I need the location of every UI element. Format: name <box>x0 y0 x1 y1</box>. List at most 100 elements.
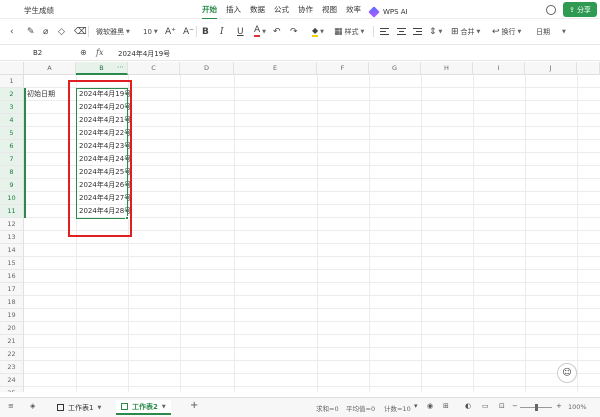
zoom-in-icon[interactable]: + <box>556 402 562 410</box>
font-color-button[interactable]: A ▼ <box>254 25 266 38</box>
tab-insert[interactable]: 插入 <box>226 4 241 20</box>
font-name-select[interactable]: 微软雅黑 ▼ <box>96 25 130 38</box>
row-header-24[interactable]: 24 <box>0 374 24 387</box>
more-icon[interactable]: ⋯ <box>117 63 124 71</box>
zoom-level[interactable]: 100% <box>568 403 587 411</box>
menu-icon[interactable]: ≡ <box>8 402 14 410</box>
page-layout-icon[interactable]: ▭ <box>482 402 489 410</box>
font-size-select[interactable]: 10 ▼ <box>143 25 158 38</box>
row-header-16[interactable]: 16 <box>0 270 24 283</box>
column-header-c[interactable]: C <box>128 62 180 75</box>
align-left-button[interactable] <box>380 25 389 38</box>
chevron-down-icon[interactable]: ▾ <box>414 402 418 410</box>
more-menu-icon[interactable]: ‹ <box>10 25 14 38</box>
font-size-increase-icon[interactable]: A⁺ <box>165 25 176 38</box>
italic-icon[interactable]: I <box>220 25 224 38</box>
row-header-13[interactable]: 13 <box>0 231 24 244</box>
row-header-2[interactable]: 2 <box>0 88 24 101</box>
align-options-icon[interactable]: ⇕ ▼ <box>429 25 442 38</box>
column-header-d[interactable]: D <box>180 62 234 75</box>
column-header-i[interactable]: I <box>473 62 525 75</box>
font-size-decrease-icon[interactable]: A⁻ <box>183 25 194 38</box>
row-header-9[interactable]: 9 <box>0 179 24 192</box>
redo-icon[interactable]: ↷ <box>290 25 298 38</box>
row-header-1[interactable]: 1 <box>0 75 24 88</box>
sheet-icon <box>121 403 128 410</box>
clear-icon[interactable]: ⌀ <box>43 25 48 38</box>
zoom-search-icon[interactable]: ⊕ <box>80 48 87 57</box>
align-right-button[interactable] <box>413 25 422 38</box>
tab-home[interactable]: 开始 <box>202 4 217 20</box>
spreadsheet-grid[interactable]: A B ⋯ C D E F G H I J 1 2 3 4 5 6 7 8 9 10 11 12 13 1… <box>0 62 600 392</box>
function-icon[interactable]: fx <box>96 48 103 57</box>
row-header-6[interactable]: 6 <box>0 140 24 153</box>
fill-icon[interactable]: ◇ <box>58 25 65 38</box>
sheet-tab-2-label: 工作表2 <box>132 402 158 411</box>
style-button[interactable]: ▦ 样式 ▼ <box>334 25 364 38</box>
row-header-11[interactable]: 11 <box>0 205 24 218</box>
add-sheet-icon[interactable]: + <box>190 400 198 411</box>
status-average[interactable]: 平均值=0 <box>346 403 375 413</box>
zoom-out-icon[interactable]: − <box>512 402 518 410</box>
merge-button[interactable]: ⊞ 合并 ▼ <box>451 25 480 38</box>
undo-icon[interactable]: ↶ <box>273 25 281 38</box>
eraser-icon[interactable]: ⌫ <box>74 25 87 38</box>
cell-a2[interactable]: 初始日期 <box>27 88 55 101</box>
tab-collaborate[interactable]: 协作 <box>298 4 313 20</box>
cloud-sync-icon[interactable] <box>546 5 556 15</box>
column-header-h[interactable]: H <box>421 62 473 75</box>
row-header-12[interactable]: 12 <box>0 218 24 231</box>
layers-icon[interactable]: ◈ <box>30 402 35 410</box>
column-header-g[interactable]: G <box>369 62 421 75</box>
share-button[interactable]: ⇪ 分享 <box>563 2 597 17</box>
column-header-a[interactable]: A <box>24 62 76 75</box>
assistant-icon[interactable]: ☺ <box>557 363 577 383</box>
page-break-icon[interactable]: ⊡ <box>499 402 505 410</box>
wrap-button[interactable]: ↩ 换行 ▼ <box>492 25 521 38</box>
row-header-19[interactable]: 19 <box>0 309 24 322</box>
wps-ai-button[interactable]: WPS AI <box>368 4 408 20</box>
row-header-17[interactable]: 17 <box>0 283 24 296</box>
tab-efficiency[interactable]: 效率 <box>346 4 361 20</box>
row-header-20[interactable]: 20 <box>0 322 24 335</box>
column-header-b[interactable]: B ⋯ <box>76 62 128 75</box>
row-header-23[interactable]: 23 <box>0 361 24 374</box>
row-header-15[interactable]: 15 <box>0 257 24 270</box>
fill-color-button[interactable]: ◆ ▼ <box>312 25 324 38</box>
column-gridline <box>421 75 422 392</box>
name-box[interactable]: B2 <box>33 49 42 57</box>
sheet-tab-2[interactable]: 工作表2 ▼ <box>116 400 171 415</box>
row-header-3[interactable]: 3 <box>0 101 24 114</box>
row-header-10[interactable]: 10 <box>0 192 24 205</box>
formula-input[interactable]: 2024年4月19号 <box>118 49 170 59</box>
align-center-button[interactable] <box>397 25 406 38</box>
select-all-corner[interactable] <box>0 62 24 75</box>
row-header-21[interactable]: 21 <box>0 335 24 348</box>
tab-data[interactable]: 数据 <box>250 4 265 20</box>
eye-icon[interactable]: ◉ <box>427 402 433 410</box>
format-painter-icon[interactable]: ✎ <box>27 25 35 38</box>
row-header-14[interactable]: 14 <box>0 244 24 257</box>
row-header-8[interactable]: 8 <box>0 166 24 179</box>
row-header-22[interactable]: 22 <box>0 348 24 361</box>
row-header-4[interactable]: 4 <box>0 114 24 127</box>
tab-formula[interactable]: 公式 <box>274 4 289 20</box>
column-header-j[interactable]: J <box>525 62 577 75</box>
number-format-select[interactable]: 日期 ▼ <box>536 25 566 38</box>
column-header-f[interactable]: F <box>317 62 369 75</box>
zoom-slider-knob[interactable] <box>535 404 538 411</box>
tab-view[interactable]: 视图 <box>322 4 337 20</box>
row-header-25[interactable]: 25 <box>0 387 24 392</box>
status-sum[interactable]: 求和=0 <box>316 403 339 413</box>
underline-icon[interactable]: U <box>237 25 244 38</box>
bold-icon[interactable]: B <box>202 25 209 38</box>
column-header-e[interactable]: E <box>234 62 317 75</box>
sheet-tab-1[interactable]: 工作表1 ▼ <box>52 400 106 415</box>
split-view-icon[interactable]: ◐ <box>465 402 471 410</box>
row-header-18[interactable]: 18 <box>0 296 24 309</box>
column-header-k[interactable] <box>577 62 600 75</box>
row-header-7[interactable]: 7 <box>0 153 24 166</box>
row-header-5[interactable]: 5 <box>0 127 24 140</box>
status-count[interactable]: 计数=10 <box>384 403 411 413</box>
grid-view-icon[interactable]: ⊞ <box>443 402 449 410</box>
